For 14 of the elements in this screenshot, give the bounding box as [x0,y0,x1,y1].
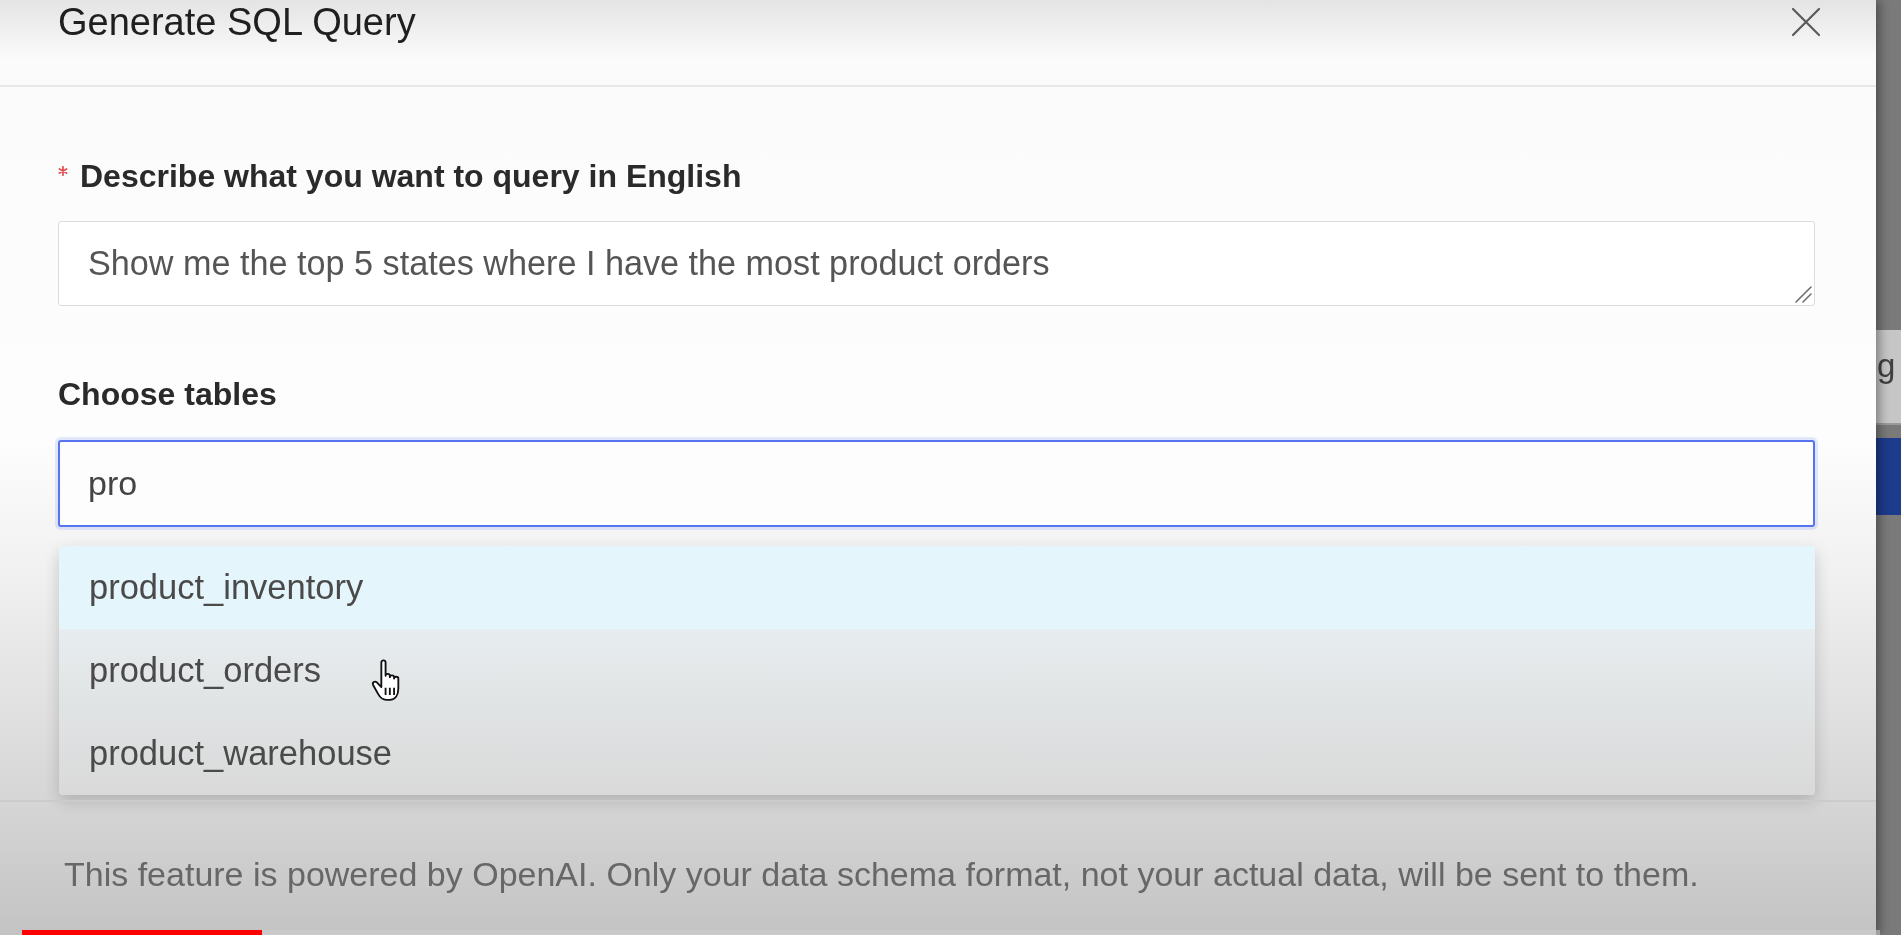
close-icon [1791,7,1821,37]
table-search-field[interactable]: pro [58,440,1815,527]
dialog-title: Generate SQL Query [58,0,416,44]
video-progress-track[interactable] [22,930,1880,935]
dropdown-option[interactable]: product_warehouse [59,712,1815,795]
resize-handle-icon[interactable] [1794,285,1812,303]
footer-note: This feature is powered by OpenAI. Only your data schema format, not your actual data, will be sent to them. [64,855,1699,893]
dropdown-option[interactable]: product_inventory [59,546,1815,629]
close-button[interactable] [1791,7,1821,37]
field-label: Choose tables [58,375,277,414]
dropdown-option[interactable]: product_orders [59,629,1815,712]
field-label: Describe what you want to query in English [80,157,742,196]
query-textarea[interactable]: Show me the top 5 states where I have the most product orders [58,221,1815,306]
background-app-text: g [1876,346,1897,386]
